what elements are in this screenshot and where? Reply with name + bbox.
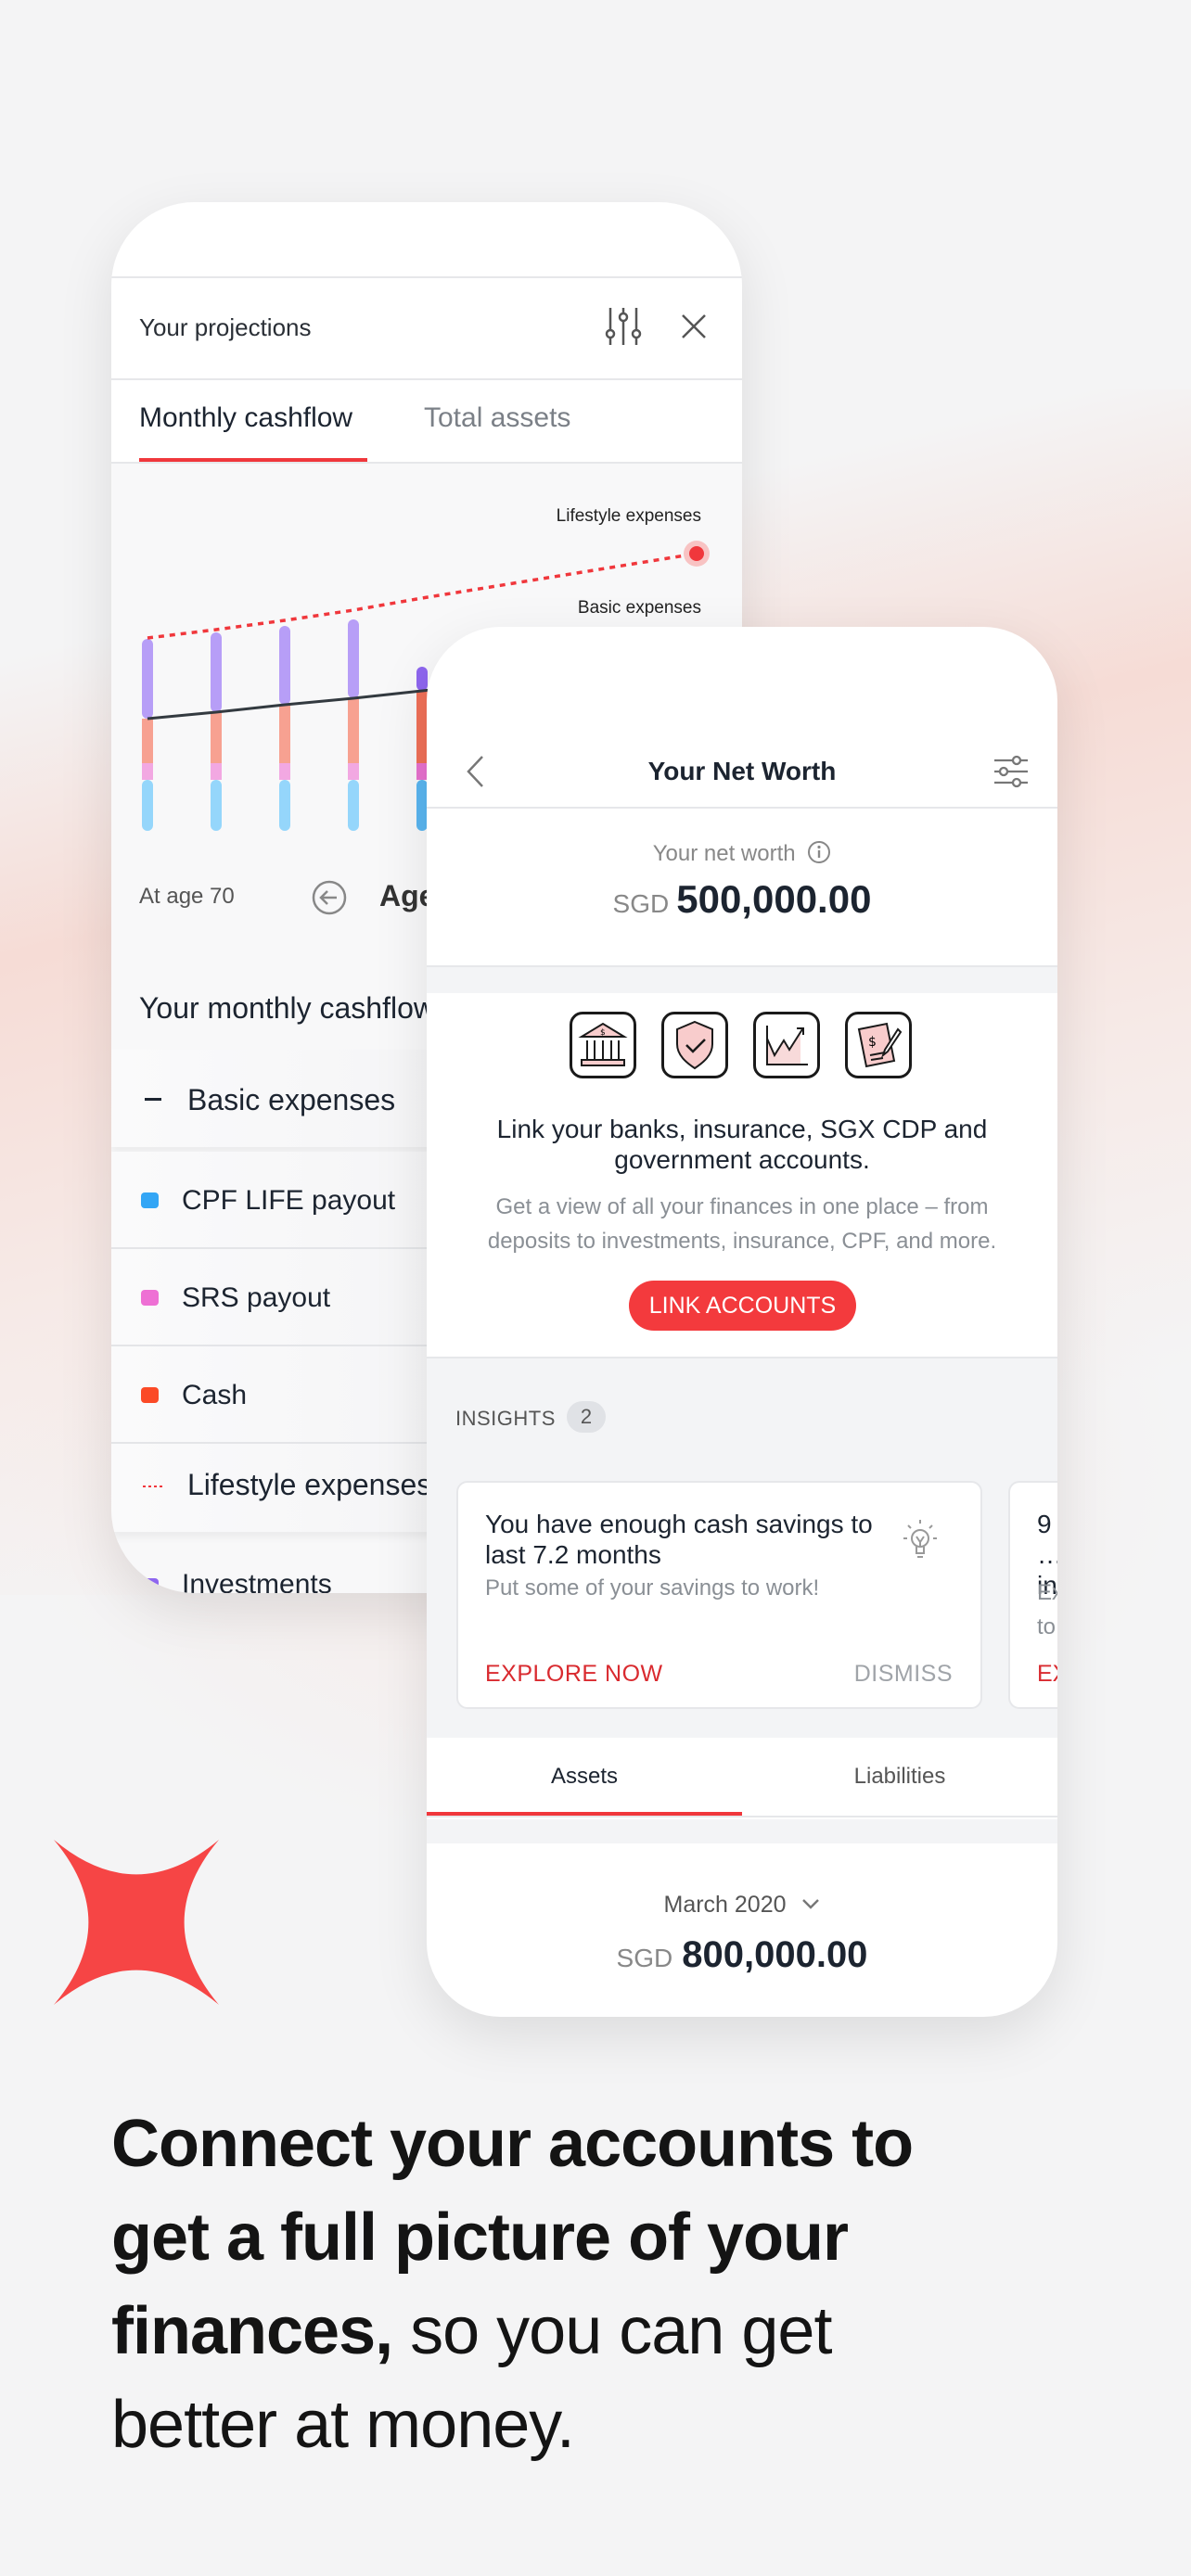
period-label: March 2020 [663, 1892, 787, 1918]
currency: SGD [616, 1944, 673, 1972]
bank-icon: $ [570, 1012, 636, 1078]
period-selector[interactable]: March 2020 [427, 1892, 1057, 1919]
insight-title: You have enough cash savings to last 7.2… [485, 1510, 873, 1569]
tab-assets[interactable]: Assets [427, 1764, 742, 1790]
assets-amount: 800,000.00 [682, 1934, 868, 1975]
link-accounts-card: $ $ Link your banks, insurance, SGX CDP … [427, 993, 1057, 1357]
bar-segment-investments [416, 667, 428, 691]
bar-segment-cash [348, 698, 359, 763]
arrow-left-circle-icon[interactable] [312, 880, 347, 915]
net-worth-screen: Your Net Worth Your net worth SGD 500,000… [427, 627, 1057, 2017]
bar-segment-srs [142, 763, 153, 780]
growth-chart-icon [753, 1012, 820, 1078]
filter-settings-icon[interactable] [992, 755, 1030, 788]
bar-segment-cpf [279, 780, 290, 831]
signed-document-icon: $ [845, 1012, 912, 1078]
solid-line-icon [145, 1098, 161, 1101]
bar-segment-cpf [142, 780, 153, 831]
lightbulb-icon [903, 1520, 937, 1558]
explore-now-button[interactable]: EXPLORE NOW [485, 1661, 663, 1688]
link-accounts-description: Get a view of all your finances in one p… [487, 1194, 997, 1254]
insights-label: INSIGHTS [455, 1407, 556, 1430]
age-label: At age 70 [139, 884, 235, 909]
insights-count-badge: 2 [567, 1401, 606, 1433]
legend-label: SRS payout [182, 1282, 331, 1313]
link-accounts-title: Link your banks, insurance, SGX CDP and … [496, 1115, 988, 1174]
insight-subtitle: Ex to [1037, 1580, 1057, 1639]
info-icon[interactable] [807, 840, 831, 864]
asset-tabs: Assets Liabilities [427, 1738, 1057, 1817]
bar-segment-cash [142, 719, 153, 763]
bar-segment-investments [142, 639, 153, 719]
dismiss-button[interactable]: DISMISS [854, 1661, 953, 1688]
net-worth-title: Your Net Worth [647, 757, 837, 785]
currency: SGD [612, 889, 670, 918]
insight-subtitle: Put some of your savings to work! [485, 1575, 820, 1600]
bar-segment-investments [348, 619, 359, 698]
bar-segment-cpf [211, 780, 222, 831]
bar-segment-cpf [348, 780, 359, 831]
bar-segment-investments [211, 632, 222, 712]
net-worth-amount: 500,000.00 [676, 877, 872, 921]
legend-label: Investments [182, 1569, 332, 1593]
bar-segment-srs [348, 763, 359, 780]
chevron-down-icon [802, 1899, 820, 1909]
lifestyle-expenses-line [147, 552, 698, 640]
explore-button[interactable]: EX [1037, 1661, 1057, 1688]
svg-text:$: $ [868, 1035, 877, 1050]
insight-card[interactable]: You have enough cash savings to last 7.2… [456, 1481, 982, 1709]
cash-color-swatch [141, 1387, 159, 1403]
tab-liabilities[interactable]: Liabilities [742, 1764, 1057, 1790]
marketing-headline: Connect your accounts to get a full pict… [111, 2098, 946, 2472]
lifestyle-point [689, 546, 704, 561]
brand-logo-x [54, 1840, 219, 2005]
link-accounts-button[interactable]: LINK ACCOUNTS [629, 1281, 856, 1331]
bar-segment-cash [211, 712, 222, 763]
shield-check-icon [661, 1012, 728, 1078]
lifestyle-expenses-label: Lifestyle expenses [187, 1468, 432, 1501]
dotted-line-icon [143, 1486, 163, 1487]
insights-section: INSIGHTS 2 You have enough cash savings … [427, 1357, 1057, 1739]
investments-color-swatch [141, 1578, 159, 1593]
legend-label: Cash [182, 1380, 248, 1410]
legend-label: CPF LIFE payout [182, 1185, 396, 1216]
basic-expenses-label: Basic expenses [187, 1083, 396, 1116]
bar-segment-cash [279, 705, 290, 763]
assets-value: SGD 800,000.00 [427, 1934, 1057, 1976]
svg-text:$: $ [600, 1028, 606, 1038]
net-worth-label-row: Your net worth [427, 840, 1057, 867]
net-worth-label: Your net worth [652, 841, 796, 866]
monthly-cashflow-title: Your monthly cashflow [139, 991, 435, 1025]
active-tab-indicator [427, 1812, 742, 1816]
net-worth-value: SGD 500,000.00 [427, 877, 1057, 922]
insight-card-next[interactable]: 9… in Ex to EX [1008, 1481, 1057, 1709]
srs-color-swatch [141, 1290, 159, 1306]
bar-segment-srs [211, 763, 222, 780]
bar-segment-srs [279, 763, 290, 780]
bar-segment-investments [279, 626, 290, 705]
cpf-color-swatch [141, 1192, 159, 1208]
